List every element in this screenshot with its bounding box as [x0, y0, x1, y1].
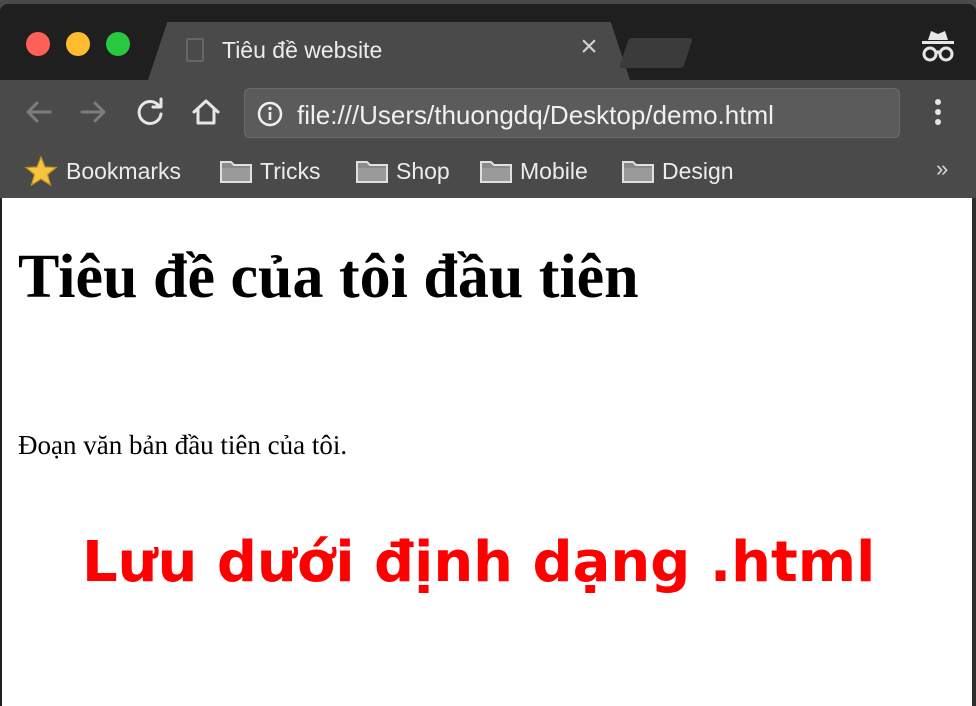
folder-icon: [622, 161, 654, 183]
tab-close-icon[interactable]: ×: [574, 32, 604, 62]
page-viewport: Tiêu đề của tôi đầu tiên Đoạn văn bản đầ…: [2, 198, 972, 706]
bookmark-tricks[interactable]: Tricks: [220, 156, 320, 186]
forward-arrow-icon[interactable]: [76, 94, 112, 130]
page-paragraph: Đoạn văn bản đầu tiên của tôi.: [18, 430, 348, 460]
folder-icon: [356, 161, 388, 183]
folder-icon: [480, 161, 512, 183]
browser-window: Tiêu đề website × file:///Users/thuongdq…: [0, 4, 976, 706]
bookmark-label: Mobile: [520, 157, 588, 184]
bookmark-label: Design: [662, 157, 734, 184]
caption-overlay: Lưu dưới định dạng .html: [82, 530, 876, 595]
active-tab[interactable]: Tiêu đề website ×: [148, 22, 630, 80]
new-tab-button[interactable]: [619, 38, 693, 68]
bookmark-design[interactable]: Design: [622, 156, 734, 186]
page-icon: [186, 38, 204, 62]
bookmarks-overflow-icon[interactable]: »: [936, 156, 948, 182]
tab-title: Tiêu đề website: [222, 37, 383, 63]
toolbar: file:///Users/thuongdq/Desktop/demo.html: [0, 80, 976, 144]
maximize-window-button[interactable]: [106, 32, 130, 56]
bookmark-shop[interactable]: Shop: [356, 156, 450, 186]
home-icon[interactable]: [188, 94, 224, 130]
incognito-icon[interactable]: [918, 28, 958, 64]
kebab-menu-icon[interactable]: [926, 94, 950, 130]
title-bar: Tiêu đề website ×: [0, 4, 976, 80]
minimize-window-button[interactable]: [66, 32, 90, 56]
star-icon: [24, 155, 58, 187]
close-window-button[interactable]: [26, 32, 50, 56]
folder-icon: [220, 161, 252, 183]
info-icon[interactable]: [257, 101, 283, 127]
bookmarks-bar: Bookmarks Tricks Shop Mobile Design »: [0, 144, 976, 199]
page-heading: Tiêu đề của tôi đầu tiên: [18, 243, 639, 311]
reload-icon[interactable]: [132, 94, 168, 130]
bookmark-mobile[interactable]: Mobile: [480, 156, 588, 186]
bookmark-bookmarks[interactable]: Bookmarks: [24, 155, 182, 187]
bookmark-label: Tricks: [260, 157, 321, 184]
bookmark-label: Bookmarks: [66, 157, 182, 184]
address-bar[interactable]: file:///Users/thuongdq/Desktop/demo.html: [244, 88, 900, 138]
back-arrow-icon[interactable]: [20, 94, 56, 130]
bookmark-label: Shop: [396, 157, 450, 184]
window-edge: [972, 198, 976, 706]
url-text[interactable]: file:///Users/thuongdq/Desktop/demo.html: [297, 100, 774, 131]
